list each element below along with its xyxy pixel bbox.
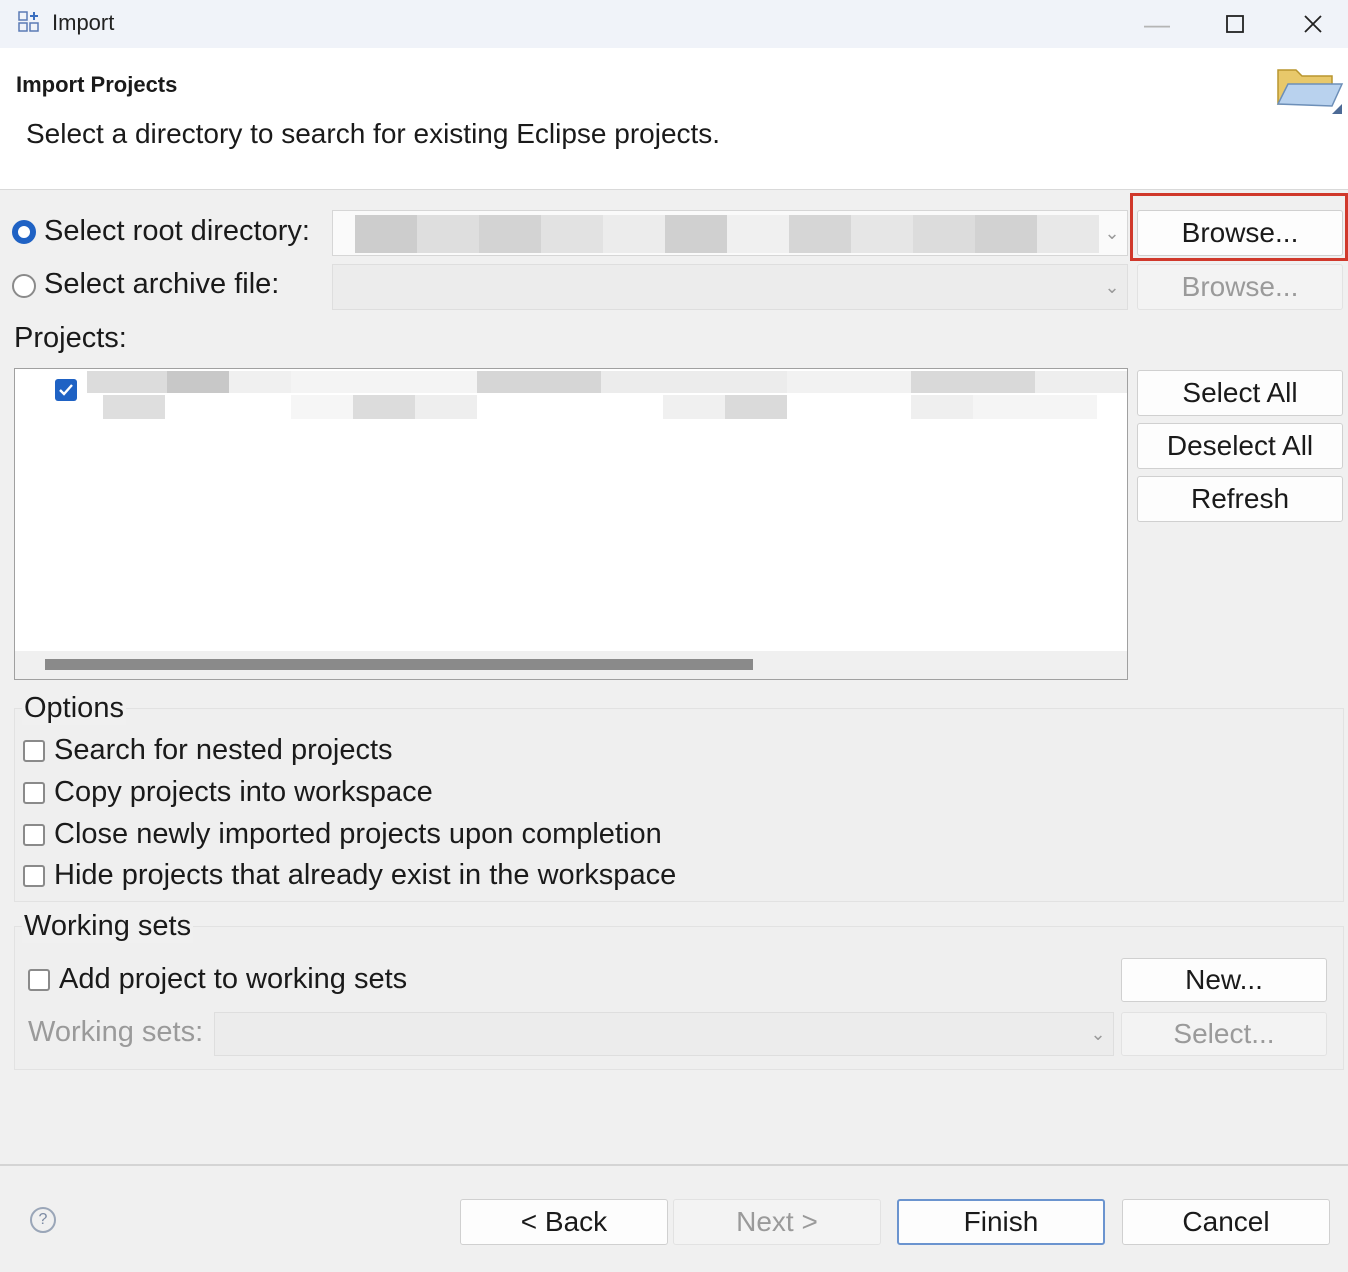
add-to-working-sets-label[interactable]: Add project to working sets [59,963,407,996]
copy-into-workspace-checkbox[interactable] [23,782,45,804]
working-sets-label: Working sets: [28,1016,204,1048]
maximize-icon[interactable] [1196,0,1274,48]
select-working-sets-button[interactable]: Select... [1121,1012,1327,1056]
page-title: Import Projects [16,72,178,97]
window-title: Import [52,10,115,35]
close-icon[interactable] [1274,0,1348,48]
footer-separator [0,1164,1348,1166]
select-all-button[interactable]: Select All [1137,370,1343,416]
close-imported-checkbox[interactable] [23,824,45,846]
next-button[interactable]: Next > [673,1199,881,1245]
deselect-all-button[interactable]: Deselect All [1137,423,1343,469]
chevron-down-icon[interactable]: ⌄ [1099,211,1125,255]
chevron-down-icon: ⌄ [1104,276,1120,297]
cancel-button[interactable]: Cancel [1122,1199,1330,1245]
back-button[interactable]: < Back [460,1199,668,1245]
chevron-down-icon: ⌄ [1090,1023,1106,1044]
root-directory-radio[interactable] [12,220,36,244]
working-sets-combo[interactable]: ⌄ [214,1012,1114,1056]
project-row-name [87,371,1127,419]
working-sets-title: Working sets [22,910,194,943]
options-title: Options [22,692,126,725]
horizontal-scrollbar-track[interactable] [15,651,1127,679]
hide-existing-label[interactable]: Hide projects that already exist in the … [54,859,676,892]
archive-file-radio[interactable] [12,274,36,298]
hide-existing-checkbox[interactable] [23,865,45,887]
minimize-icon[interactable]: — [1118,0,1196,48]
help-icon[interactable]: ? [30,1207,56,1233]
search-nested-checkbox[interactable] [23,740,45,762]
root-directory-label: Select root directory: [44,215,310,247]
archive-file-label: Select archive file: [44,268,280,300]
copy-into-workspace-label[interactable]: Copy projects into workspace [54,776,433,809]
projects-label: Projects: [14,322,127,354]
projects-list[interactable] [14,368,1128,680]
horizontal-scrollbar-thumb[interactable] [45,659,753,670]
add-to-working-sets-checkbox[interactable] [28,969,50,991]
finish-button[interactable]: Finish [897,1199,1105,1245]
import-wizard-icon [18,11,40,33]
archive-file-combo[interactable]: ⌄ [332,264,1128,310]
root-directory-combo[interactable]: ⌄ [332,210,1128,256]
browse-directory-button[interactable]: Browse... [1137,210,1343,256]
page-description: Select a directory to search for existin… [26,118,721,149]
browse-archive-button[interactable]: Browse... [1137,264,1343,310]
refresh-button[interactable]: Refresh [1137,476,1343,522]
folder-icon [1270,56,1346,124]
new-working-set-button[interactable]: New... [1121,958,1327,1002]
project-row-checkbox[interactable] [55,379,77,401]
close-imported-label[interactable]: Close newly imported projects upon compl… [54,818,662,851]
search-nested-label[interactable]: Search for nested projects [54,734,393,767]
